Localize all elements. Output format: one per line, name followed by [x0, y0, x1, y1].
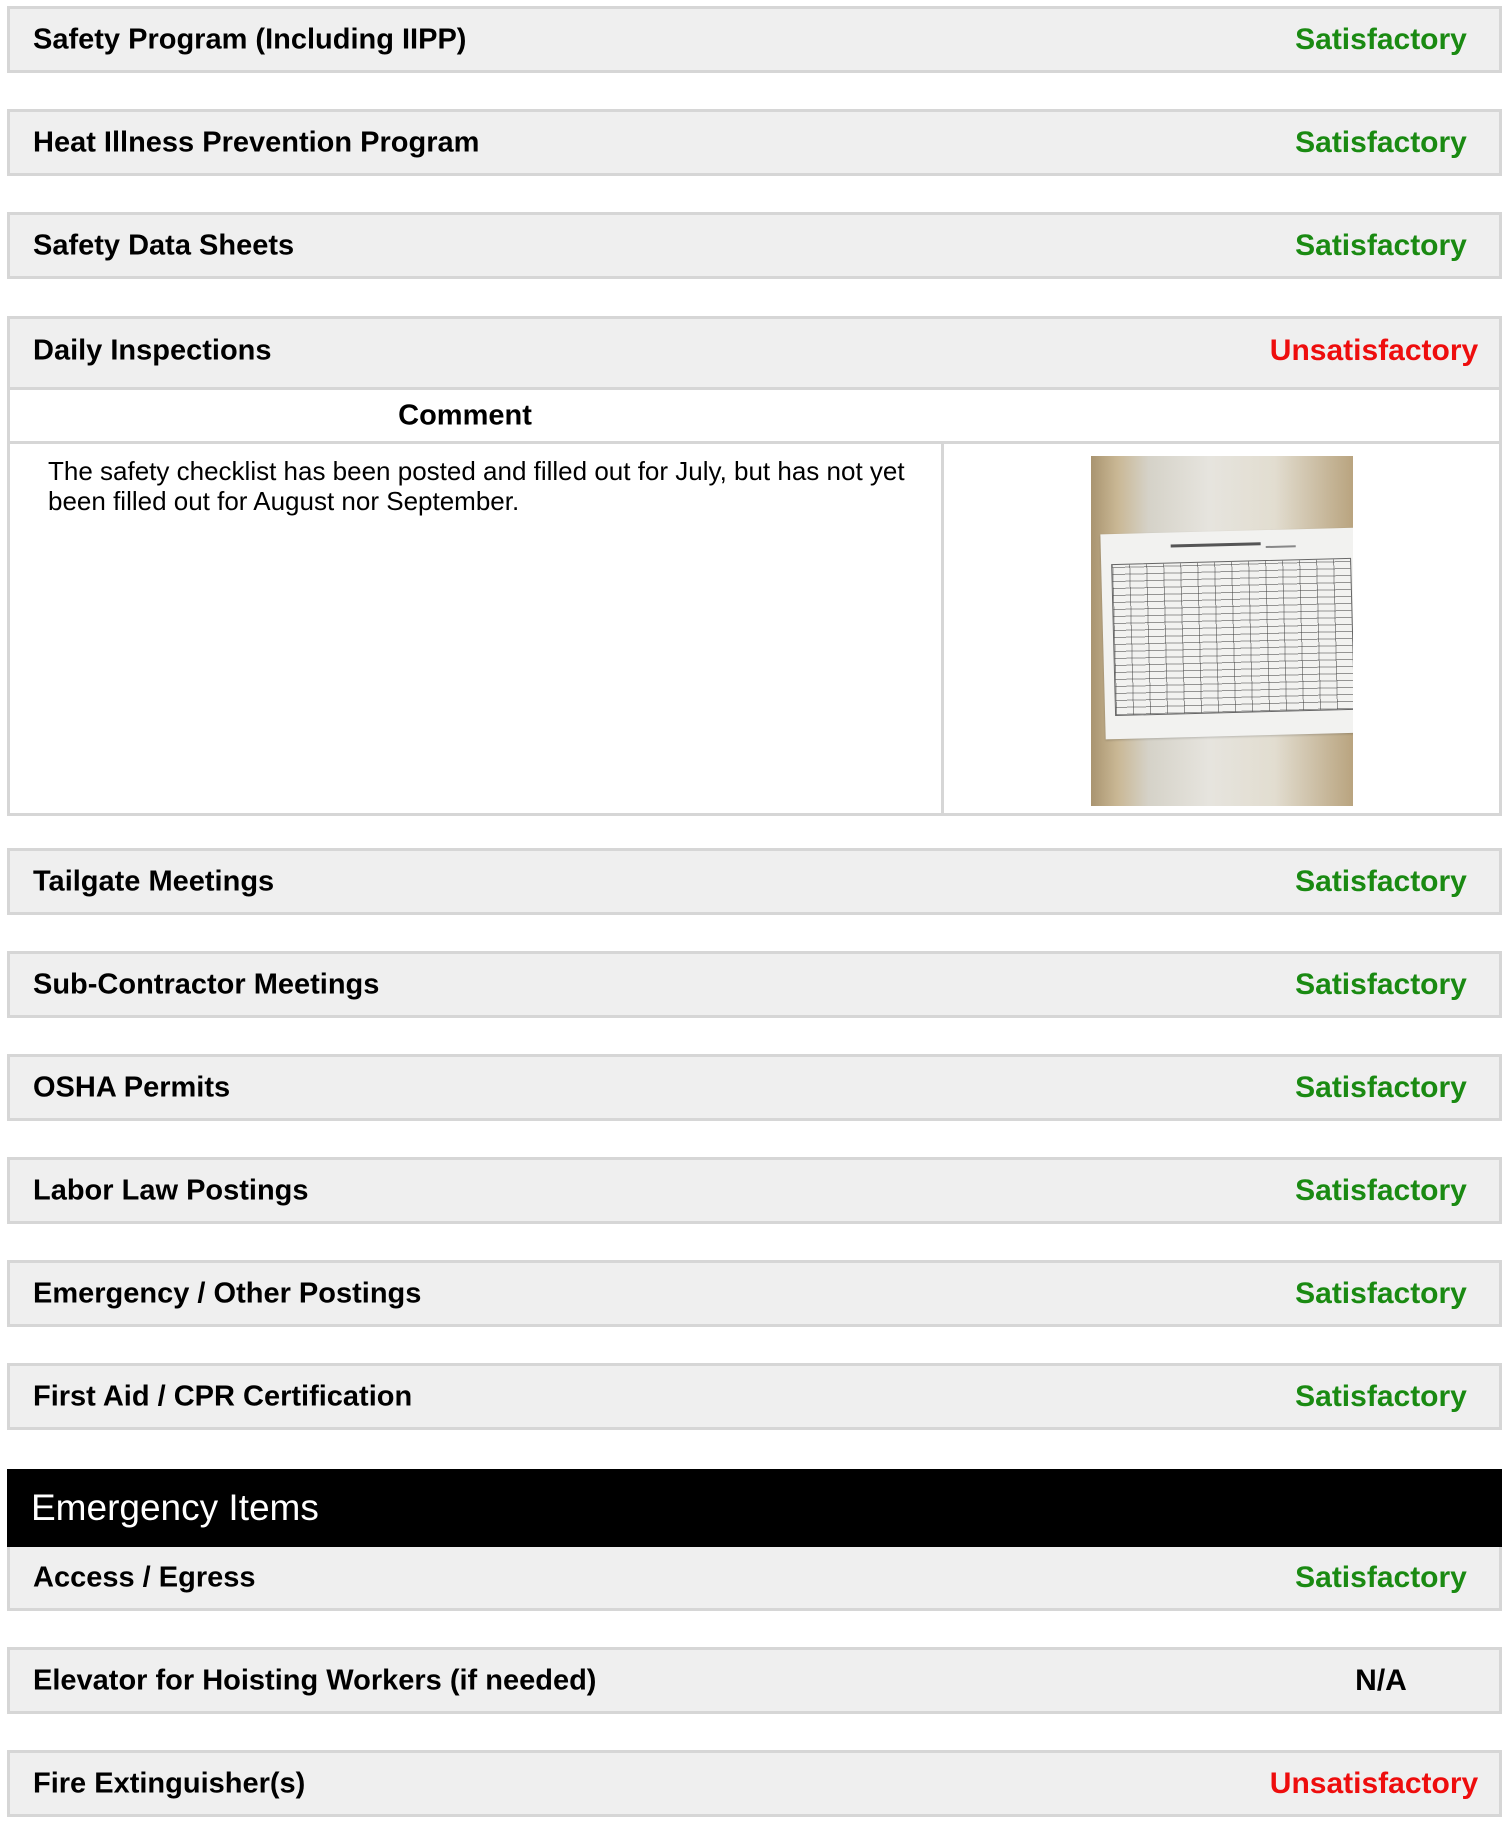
row-label: Daily Inspections	[33, 334, 272, 367]
inspection-row-heat-illness: Heat Illness Prevention Program Satisfac…	[7, 109, 1502, 176]
status-badge: Unsatisfactory	[1269, 334, 1479, 367]
row-label: Emergency / Other Postings	[33, 1277, 422, 1309]
inspection-row-first-aid-cpr: First Aid / CPR Certification Satisfacto…	[7, 1363, 1502, 1430]
inspection-row-sub-contractor-meetings: Sub-Contractor Meetings Satisfactory	[7, 951, 1502, 1018]
row-label: Labor Law Postings	[33, 1174, 309, 1206]
row-label: Safety Data Sheets	[33, 229, 295, 261]
row-label: Safety Program (Including IIPP)	[33, 23, 467, 55]
comment-divider	[941, 444, 944, 813]
status-badge: Satisfactory	[1295, 1560, 1467, 1594]
section-title: Emergency Items	[31, 1487, 319, 1528]
status-badge: Satisfactory	[1295, 1173, 1467, 1207]
status-badge: N/A	[1355, 1663, 1407, 1697]
inspection-row-daily-inspections: Daily Inspections Unsatisfactory Comment…	[7, 316, 1502, 816]
inspection-row-fire-extinguishers: Fire Extinguisher(s) Unsatisfactory	[7, 1750, 1502, 1817]
inspection-row-safety-program: Safety Program (Including IIPP) Satisfac…	[7, 6, 1502, 73]
comment-text: The safety checklist has been posted and…	[48, 456, 905, 516]
row-label: Heat Illness Prevention Program	[33, 126, 480, 158]
inspection-row-elevator-hoisting: Elevator for Hoisting Workers (if needed…	[7, 1647, 1502, 1714]
comment-header-label: Comment	[398, 399, 532, 431]
inspection-row-emergency-other-postings: Emergency / Other Postings Satisfactory	[7, 1260, 1502, 1327]
inspection-row-safety-data-sheets: Safety Data Sheets Satisfactory	[7, 212, 1502, 279]
status-badge: Satisfactory	[1295, 125, 1467, 159]
row-label: Tailgate Meetings	[33, 865, 275, 897]
row-label: Elevator for Hoisting Workers (if needed…	[33, 1664, 597, 1696]
status-badge: Satisfactory	[1295, 1379, 1467, 1413]
comment-header: Comment	[10, 387, 1499, 441]
comment-body: The safety checklist has been posted and…	[10, 441, 1499, 813]
row-label: Fire Extinguisher(s)	[33, 1767, 306, 1799]
status-badge: Satisfactory	[1295, 1276, 1467, 1310]
row-label: OSHA Permits	[33, 1071, 231, 1103]
status-badge: Unsatisfactory	[1269, 1766, 1479, 1800]
checklist-photo[interactable]	[1091, 456, 1353, 806]
row-label: Access / Egress	[33, 1561, 256, 1593]
row-label: Sub-Contractor Meetings	[33, 968, 380, 1000]
inspection-row-labor-law-postings: Labor Law Postings Satisfactory	[7, 1157, 1502, 1224]
row-label: First Aid / CPR Certification	[33, 1380, 413, 1412]
status-badge: Satisfactory	[1295, 1070, 1467, 1104]
inspection-row-tailgate-meetings: Tailgate Meetings Satisfactory	[7, 848, 1502, 915]
inspection-row-osha-permits: OSHA Permits Satisfactory	[7, 1054, 1502, 1121]
status-badge: Satisfactory	[1295, 864, 1467, 898]
status-badge: Satisfactory	[1295, 967, 1467, 1001]
status-badge: Satisfactory	[1295, 228, 1467, 262]
section-header-emergency-items: Emergency Items	[7, 1469, 1502, 1547]
inspection-row-access-egress: Access / Egress Satisfactory	[7, 1547, 1502, 1611]
status-badge: Satisfactory	[1295, 22, 1467, 56]
checklist-sheet-image	[1100, 527, 1353, 740]
